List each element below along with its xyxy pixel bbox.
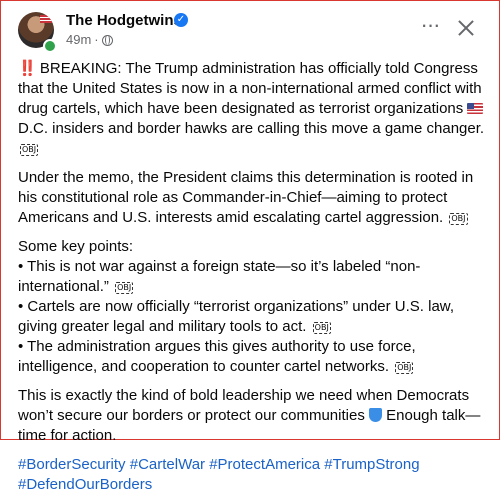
hashtag-link[interactable]: #BorderSecurity [18, 456, 126, 473]
object-replacement-icon: OBJ [20, 144, 39, 156]
key-point-3: • The administration argues this gives a… [18, 338, 416, 375]
post-header: The Hodgetwins ✓ 49m · ··· [0, 0, 500, 60]
key-points-intro: Some key points: [18, 238, 134, 255]
hashtag-link[interactable]: #CartelWar [130, 456, 205, 473]
post-meta: 49m · [66, 32, 113, 48]
double-exclamation-icon: ‼️ [18, 60, 37, 77]
meta-separator: · [94, 32, 99, 47]
paragraph-key-points: Some key points: • This is not war agains… [18, 237, 486, 377]
close-icon[interactable] [454, 16, 478, 40]
hashtag-link[interactable]: #TrumpStrong [324, 456, 419, 473]
more-options-icon[interactable]: ··· [418, 14, 442, 40]
object-replacement-icon: OBJ [395, 362, 414, 374]
avatar-flag [40, 15, 52, 23]
breaking-text-a: BREAKING: The Trump administration has o… [18, 60, 482, 117]
key-point-1: • This is not war against a foreign stat… [18, 258, 421, 295]
paragraph-leadership: This is exactly the kind of bold leaders… [18, 386, 486, 446]
author-name[interactable]: The Hodgetwins [66, 12, 182, 30]
globe-icon [101, 35, 113, 46]
paragraph-memo: Under the memo, the President claims thi… [18, 168, 486, 228]
key-point-2: • Cartels are now officially “terrorist … [18, 298, 454, 335]
us-flag-icon [467, 103, 484, 114]
paragraph-breaking: ‼️ BREAKING: The Trump administration ha… [18, 59, 486, 159]
verified-badge-icon: ✓ [174, 13, 188, 27]
object-replacement-icon: OBJ [312, 322, 331, 334]
hashtag-list: #BorderSecurity #CartelWar #ProtectAmeri… [18, 455, 486, 495]
breaking-text-b: D.C. insiders and border hawks are calli… [18, 120, 485, 137]
object-replacement-icon: OBJ [449, 213, 468, 225]
online-status-dot [43, 39, 57, 53]
post-time[interactable]: 49m [66, 32, 91, 47]
object-replacement-icon: OBJ [115, 282, 134, 294]
hashtag-link[interactable]: #DefendOurBorders [18, 476, 152, 493]
post-body: ‼️ BREAKING: The Trump administration ha… [18, 59, 486, 504]
hashtag-link[interactable]: #ProtectAmerica [209, 456, 320, 473]
shield-icon [368, 408, 382, 422]
memo-text: Under the memo, the President claims thi… [18, 169, 474, 226]
